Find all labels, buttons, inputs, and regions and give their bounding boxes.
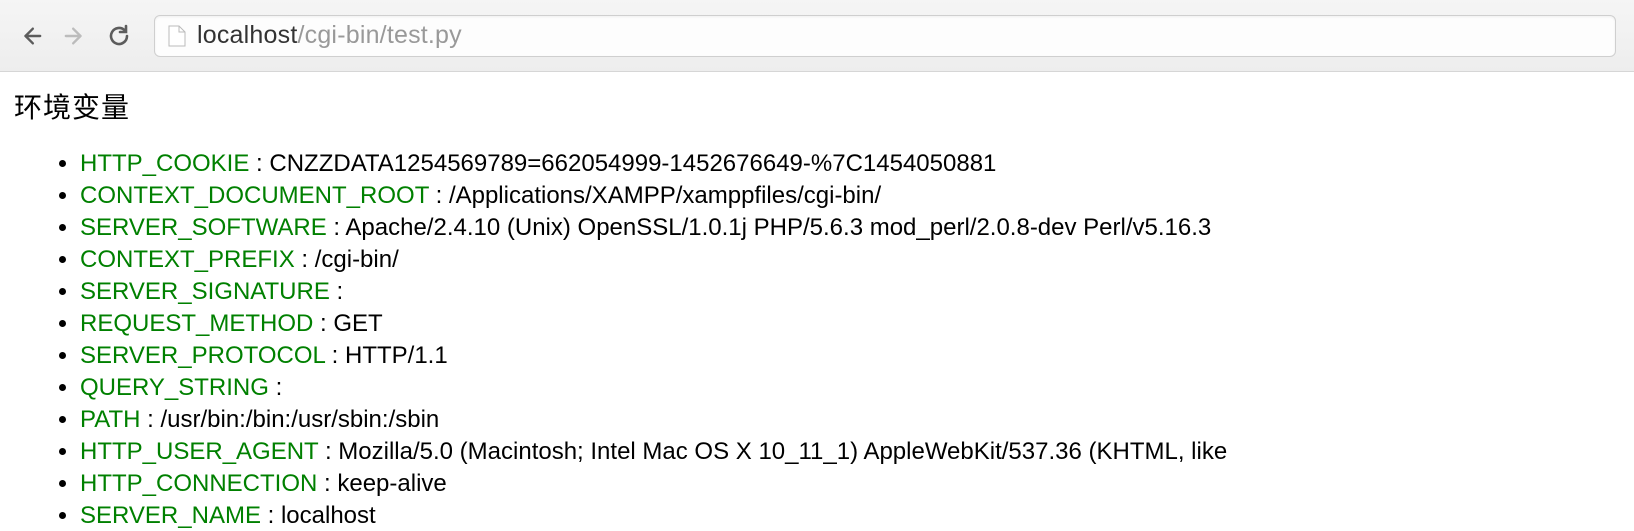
env-key: REQUEST_METHOD: [80, 310, 313, 337]
env-separator: :: [325, 342, 345, 369]
env-key: QUERY_STRING: [80, 374, 269, 401]
reload-icon: [107, 24, 131, 48]
list-item: QUERY_STRING :: [80, 373, 1620, 403]
env-separator: :: [269, 374, 282, 401]
page-content: 环境变量 HTTP_COOKIE : CNZZDATA1254569789=66…: [0, 72, 1634, 531]
env-key: HTTP_CONNECTION: [80, 470, 317, 497]
env-separator: :: [295, 246, 315, 273]
env-value: /usr/bin:/bin:/usr/sbin:/sbin: [160, 406, 439, 433]
env-list: HTTP_COOKIE : CNZZDATA1254569789=6620549…: [14, 149, 1620, 531]
env-key: HTTP_COOKIE: [80, 150, 249, 177]
url-text: localhost/cgi-bin/test.py: [197, 21, 462, 50]
page-title: 环境变量: [14, 90, 1620, 125]
env-key: SERVER_NAME: [80, 502, 261, 529]
env-value: localhost: [281, 502, 376, 529]
env-separator: :: [249, 150, 269, 177]
env-separator: :: [313, 310, 333, 337]
env-key: CONTEXT_DOCUMENT_ROOT: [80, 182, 429, 209]
env-key: SERVER_PROTOCOL: [80, 342, 325, 369]
env-value: keep-alive: [337, 470, 446, 497]
env-separator: :: [429, 182, 449, 209]
env-value: Apache/2.4.10 (Unix) OpenSSL/1.0.1j PHP/…: [345, 214, 1211, 241]
env-key: HTTP_USER_AGENT: [80, 438, 318, 465]
page-icon: [167, 24, 187, 48]
list-item: CONTEXT_PREFIX : /cgi-bin/: [80, 245, 1620, 275]
env-key: PATH: [80, 406, 140, 433]
list-item: CONTEXT_DOCUMENT_ROOT : /Applications/XA…: [80, 181, 1620, 211]
address-bar[interactable]: localhost/cgi-bin/test.py: [154, 15, 1616, 57]
list-item: REQUEST_METHOD : GET: [80, 309, 1620, 339]
list-item: SERVER_SIGNATURE :: [80, 277, 1620, 307]
url-path: /cgi-bin/test.py: [297, 21, 461, 49]
url-host: localhost: [197, 21, 297, 49]
env-key: CONTEXT_PREFIX: [80, 246, 295, 273]
browser-toolbar: localhost/cgi-bin/test.py: [0, 0, 1634, 72]
arrow-right-icon: [64, 25, 86, 47]
forward-button[interactable]: [62, 23, 88, 49]
env-key: SERVER_SIGNATURE: [80, 278, 330, 305]
list-item: SERVER_SOFTWARE : Apache/2.4.10 (Unix) O…: [80, 213, 1620, 243]
env-value: Mozilla/5.0 (Macintosh; Intel Mac OS X 1…: [338, 438, 1227, 465]
env-key: SERVER_SOFTWARE: [80, 214, 327, 241]
list-item: HTTP_USER_AGENT : Mozilla/5.0 (Macintosh…: [80, 437, 1620, 467]
env-separator: :: [317, 470, 337, 497]
reload-button[interactable]: [106, 23, 132, 49]
env-value: HTTP/1.1: [345, 342, 448, 369]
env-separator: :: [327, 214, 346, 241]
list-item: HTTP_COOKIE : CNZZDATA1254569789=6620549…: [80, 149, 1620, 179]
list-item: SERVER_NAME : localhost: [80, 501, 1620, 531]
back-button[interactable]: [18, 23, 44, 49]
env-value: /Applications/XAMPP/xamppfiles/cgi-bin/: [449, 182, 881, 209]
env-value: /cgi-bin/: [315, 246, 399, 273]
env-separator: :: [140, 406, 160, 433]
list-item: HTTP_CONNECTION : keep-alive: [80, 469, 1620, 499]
env-separator: :: [261, 502, 281, 529]
env-separator: :: [318, 438, 338, 465]
arrow-left-icon: [20, 25, 42, 47]
list-item: PATH : /usr/bin:/bin:/usr/sbin:/sbin: [80, 405, 1620, 435]
nav-buttons: [18, 23, 132, 49]
env-value: GET: [333, 310, 382, 337]
list-item: SERVER_PROTOCOL : HTTP/1.1: [80, 341, 1620, 371]
env-value: CNZZDATA1254569789=662054999-1452676649-…: [269, 150, 996, 177]
env-separator: :: [330, 278, 343, 305]
